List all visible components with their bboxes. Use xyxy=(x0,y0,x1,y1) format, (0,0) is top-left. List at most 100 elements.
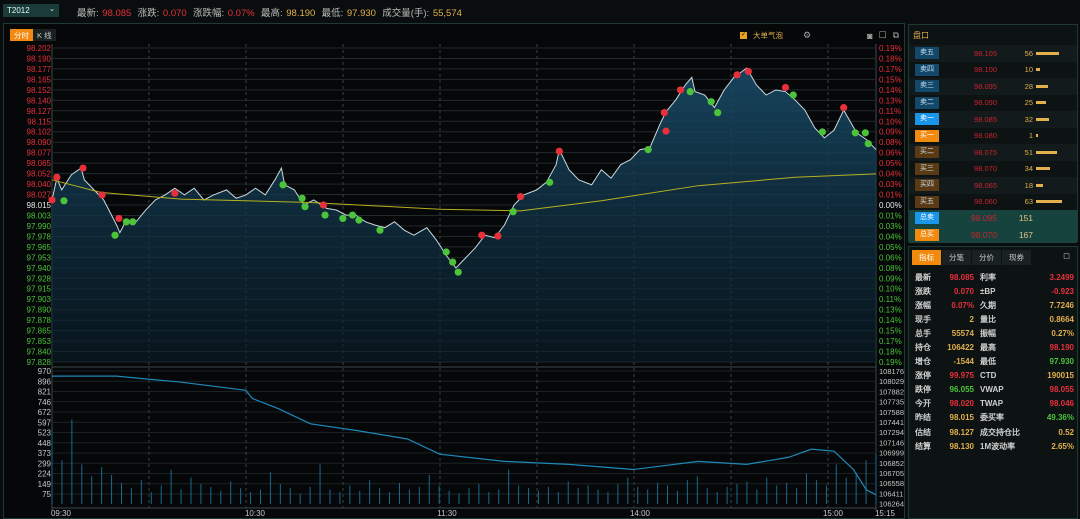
volume-tick: 448 xyxy=(38,439,52,448)
oi-tick: 108176 xyxy=(879,367,904,376)
price-tick: 98.140 xyxy=(27,96,52,105)
stat-value: 2 xyxy=(969,314,974,324)
stat-value: 98.055 xyxy=(1049,385,1074,395)
order-book-row[interactable]: 买三 98.070 34 xyxy=(909,161,1077,178)
bubble-label: 大单气泡 xyxy=(753,31,783,40)
price-tick: 98.165 xyxy=(27,75,52,84)
qty-bar xyxy=(1036,101,1047,105)
time-tick: 15:15 xyxy=(875,509,896,518)
maximize-icon[interactable]: ☐ xyxy=(1057,250,1076,265)
stat-value: 96.055 xyxy=(949,385,974,395)
price-tick: 97.978 xyxy=(27,232,52,241)
level-label: 卖四 xyxy=(915,63,939,76)
buy-bubble xyxy=(733,71,741,79)
price-tick: 98.015 xyxy=(27,201,52,210)
stat-label: 委买率 xyxy=(980,413,1004,423)
level-price: 98.085 xyxy=(974,114,997,124)
oi-tick: 106999 xyxy=(879,449,904,458)
order-book-row[interactable]: 买四 98.065 18 xyxy=(909,177,1077,194)
intraday-chart[interactable]: 98.202 0.19% 98.190 0.18% 98.177 0.17% 98.165 0… xyxy=(0,0,905,519)
stat-label: 总手 xyxy=(915,328,931,338)
qty-bar xyxy=(1036,167,1051,171)
stat-label: 涨跌 xyxy=(915,286,931,296)
popout-icon[interactable]: ⧉ xyxy=(893,30,899,41)
qty-bar xyxy=(1036,117,1050,121)
level-qty: 32 xyxy=(1024,114,1033,124)
stat-value: 55574 xyxy=(951,328,974,338)
tab-cash-bonds[interactable]: 现券 xyxy=(1002,250,1031,265)
order-book-row[interactable]: 卖二 98.090 25 xyxy=(909,95,1077,112)
pct-tick: 0.08% xyxy=(879,264,902,273)
price-tick: 98.190 xyxy=(27,54,52,63)
maximize-icon[interactable]: ☐ xyxy=(879,30,887,41)
price-tick: 98.077 xyxy=(27,149,52,158)
pct-tick: 0.08% xyxy=(879,138,902,147)
oi-tick: 107441 xyxy=(879,418,904,427)
tab-kline[interactable]: K 线 xyxy=(33,29,56,41)
stat-value: 2.65% xyxy=(1051,441,1074,451)
order-book-row[interactable]: 总卖 98.095 151 xyxy=(909,210,1077,227)
pct-tick: 0.15% xyxy=(879,327,902,336)
stat-value: 0.52 xyxy=(1058,427,1074,437)
tab-ticks[interactable]: 分笔 xyxy=(942,250,971,265)
price-tick: 98.115 xyxy=(27,117,51,126)
pct-tick: 0.06% xyxy=(879,149,902,158)
stats-panel: 指标 分笔 分价 现券 ☐ 最新 98.085 利率 3.2499 涨跌 0.070 ±BP… xyxy=(908,246,1078,519)
stat-label: 现手 xyxy=(915,314,931,324)
volume-tick: 299 xyxy=(38,459,52,468)
buy-bubble xyxy=(676,86,685,94)
order-book-row[interactable]: 卖四 98.100 10 xyxy=(909,62,1077,79)
order-book: 盘口 卖五 98.105 56 卖四 98.100 10 卖三 98.095 28 卖二 98.09… xyxy=(908,24,1078,243)
pct-tick: 0.13% xyxy=(879,306,902,315)
stat-label: 涨停 xyxy=(915,371,931,381)
pct-tick: 0.13% xyxy=(879,96,902,105)
sell-bubble xyxy=(864,140,872,148)
stat-value: 3.2499 xyxy=(1049,272,1074,282)
order-book-row[interactable]: 卖一 98.085 32 xyxy=(909,111,1077,128)
stat-value: -1544 xyxy=(953,357,974,367)
oi-tick: 106558 xyxy=(879,479,904,488)
buy-bubble xyxy=(171,189,179,197)
order-book-row[interactable]: 卖五 98.105 56 xyxy=(909,45,1077,62)
volume-tick: 896 xyxy=(38,377,52,386)
sell-bubble xyxy=(546,178,554,186)
price-tick: 98.202 xyxy=(27,44,52,53)
pct-tick: 0.01% xyxy=(879,211,902,220)
pct-tick: 0.10% xyxy=(879,117,902,126)
stat-label: 振幅 xyxy=(980,328,996,338)
stat-value: 98.085 xyxy=(949,272,974,282)
oi-tick: 106705 xyxy=(879,469,904,478)
price-tick: 97.940 xyxy=(27,264,52,273)
pct-tick: 0.03% xyxy=(879,222,902,231)
stat-label: 量比 xyxy=(980,314,996,324)
camera-icon[interactable]: ◙ xyxy=(867,31,872,41)
oi-tick: 107588 xyxy=(879,408,904,417)
price-tick: 97.853 xyxy=(27,337,52,346)
order-book-row[interactable]: 买五 98.060 63 xyxy=(909,194,1077,211)
tab-indicators[interactable]: 指标 xyxy=(912,250,941,265)
stat-row: 今开 98.020 TWAP 98.046 xyxy=(909,397,1077,411)
stat-label: 最低 xyxy=(980,357,996,367)
order-book-row[interactable]: 总买 98.070 167 xyxy=(909,226,1077,243)
price-tick: 97.990 xyxy=(27,222,52,231)
pct-tick: 0.04% xyxy=(879,232,902,241)
oi-tick: 106264 xyxy=(879,500,904,509)
order-book-row[interactable]: 买二 98.075 51 xyxy=(909,144,1077,161)
pct-tick: 0.09% xyxy=(879,128,902,137)
order-book-row[interactable]: 买一 98.080 1 xyxy=(909,128,1077,145)
level-qty: 18 xyxy=(1024,180,1033,190)
sell-bubble xyxy=(60,197,68,205)
tab-price-dist[interactable]: 分价 xyxy=(972,250,1001,265)
stat-row: 跌停 96.055 VWAP 98.055 xyxy=(909,383,1077,397)
tab-intraday[interactable]: 分时 xyxy=(10,29,33,41)
level-label: 卖一 xyxy=(915,113,939,126)
level-price: 98.065 xyxy=(974,180,997,190)
stat-value: 98.127 xyxy=(949,427,974,437)
stat-value: 97.930 xyxy=(1049,357,1074,367)
order-book-row[interactable]: 卖三 98.095 28 xyxy=(909,78,1077,95)
price-tick: 97.865 xyxy=(27,327,52,336)
gear-icon[interactable]: ⚙ xyxy=(803,30,811,41)
order-book-title: 盘口 xyxy=(913,31,929,40)
stat-label: ±BP xyxy=(980,286,996,296)
bubble-checkbox[interactable]: ✓ xyxy=(740,32,747,39)
